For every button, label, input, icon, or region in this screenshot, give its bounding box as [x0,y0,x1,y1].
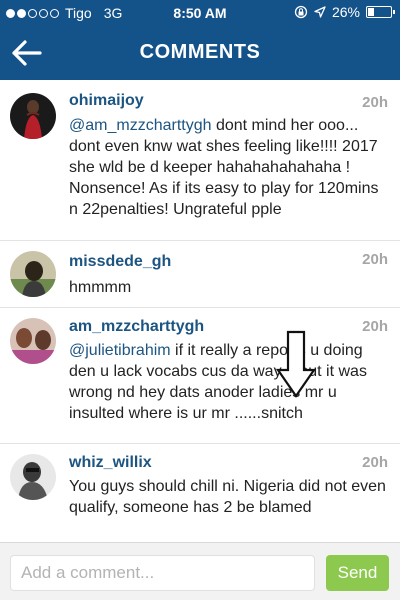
comment-time: 20h [362,251,388,268]
status-bar: Tigo 3G 8:50 AM 26% [0,0,400,26]
comment-text: @julietibrahim if it really a reports u … [69,340,391,424]
comment-item: whiz_willix 20h You guys should chill ni… [0,444,400,542]
location-arrow-icon [314,6,326,18]
down-arrow-icon [276,330,316,398]
battery-icon [366,6,395,18]
comment-composer: Send [0,542,400,600]
comment-list[interactable]: ohimaijoy 20h @am_mzzcharttygh dont mind… [0,80,400,542]
comment-username[interactable]: am_mzzcharttygh [69,318,204,336]
comment-body: hmmmm [69,279,132,296]
comment-body: You guys should chill ni. Nigeria did no… [69,478,386,516]
comment-text: hmmmm [69,277,391,298]
comment-username[interactable]: whiz_willix [69,454,152,472]
page-title: COMMENTS [139,41,261,63]
comment-username[interactable]: missdede_gh [69,253,171,271]
comment-text: @am_mzzcharttygh dont mind her ooo... do… [69,115,391,220]
avatar[interactable] [10,93,56,139]
status-right: 26% [294,4,395,20]
comment-time: 20h [362,454,388,471]
avatar[interactable] [10,251,56,297]
comment-mention[interactable]: @julietibrahim [69,342,171,359]
comment-item: ohimaijoy 20h @am_mzzcharttygh dont mind… [0,80,400,240]
nav-bar: COMMENTS [0,26,400,80]
comment-item: am_mzzcharttygh 20h @julietibrahim if it… [0,308,400,443]
comment-item: missdede_gh 20h hmmmm [0,241,400,307]
rotation-lock-icon [294,5,308,19]
avatar[interactable] [10,318,56,364]
send-button[interactable]: Send [326,555,389,591]
comment-time: 20h [362,318,388,335]
comment-username[interactable]: ohimaijoy [69,92,144,110]
avatar[interactable] [10,454,56,500]
comment-input[interactable] [10,555,315,591]
battery-percent: 26% [331,4,360,20]
comment-mention[interactable]: @am_mzzcharttygh [69,117,212,134]
comment-text: You guys should chill ni. Nigeria did no… [69,476,391,518]
comment-time: 20h [362,94,388,111]
